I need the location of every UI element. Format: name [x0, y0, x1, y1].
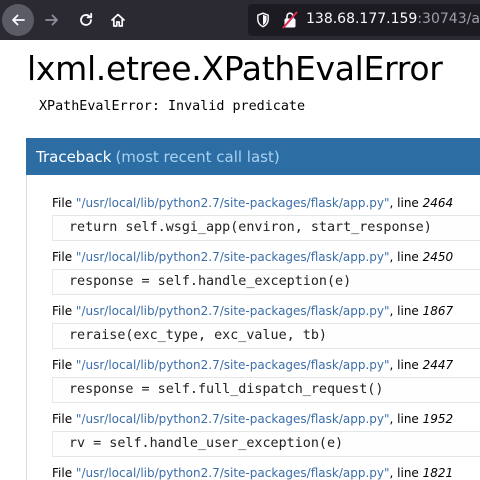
- frame-line-number: 1821: [422, 466, 454, 480]
- frame-file-path: "/usr/local/lib/python2.7/site-packages/…: [75, 304, 390, 318]
- frame-line-number: 1867: [422, 304, 454, 318]
- frame-line-number: 2464: [422, 196, 454, 210]
- shield-icon[interactable]: [256, 12, 270, 28]
- home-button[interactable]: [102, 4, 134, 36]
- line-word: , line: [389, 196, 419, 210]
- frame-location: File "/usr/local/lib/python2.7/site-pack…: [52, 195, 480, 211]
- frame-line-number: 2447: [422, 358, 454, 372]
- traceback-frame: File "/usr/local/lib/python2.7/site-pack…: [52, 303, 480, 349]
- line-word: , line: [389, 412, 419, 426]
- frame-file-path: "/usr/local/lib/python2.7/site-packages/…: [75, 412, 390, 426]
- address-bar[interactable]: 138.68.177.159:30743/ap: [248, 4, 480, 36]
- error-title: lxml.etree.XPathEvalError: [27, 49, 443, 88]
- forward-button[interactable]: [36, 4, 68, 36]
- file-word: File: [52, 412, 73, 426]
- url-text[interactable]: 138.68.177.159:30743/ap: [306, 11, 480, 27]
- traceback-subtitle: (most recent call last): [115, 147, 280, 166]
- frame-location: File "/usr/local/lib/python2.7/site-pack…: [52, 303, 480, 319]
- traceback-frame: File "/usr/local/lib/python2.7/site-pack…: [52, 411, 480, 457]
- frame-file-path: "/usr/local/lib/python2.7/site-packages/…: [75, 196, 390, 210]
- file-word: File: [52, 196, 73, 210]
- line-word: , line: [389, 466, 419, 480]
- url-port-path: :30743/ap: [417, 11, 480, 27]
- url-host: 138.68.177.159: [306, 11, 418, 27]
- browser-toolbar: 138.68.177.159:30743/ap: [0, 0, 480, 40]
- reload-icon: [80, 12, 93, 26]
- traceback-frame: File "/usr/local/lib/python2.7/site-pack…: [52, 357, 480, 403]
- line-word: , line: [389, 250, 419, 264]
- traceback-frame: File "/usr/local/lib/python2.7/site-pack…: [52, 249, 480, 295]
- frame-location: File "/usr/local/lib/python2.7/site-pack…: [52, 249, 480, 265]
- traceback-frame: File "/usr/local/lib/python2.7/site-pack…: [52, 195, 480, 241]
- frame-line-number: 1952: [422, 412, 454, 426]
- back-button[interactable]: [2, 4, 34, 36]
- frame-code-line[interactable]: response = self.full_dispatch_request(): [52, 377, 480, 403]
- line-word: , line: [389, 304, 419, 318]
- file-word: File: [52, 250, 73, 264]
- file-word: File: [52, 358, 73, 372]
- frame-code-line[interactable]: response = self.handle_exception(e): [52, 269, 480, 295]
- arrow-left-icon: [12, 14, 25, 26]
- home-icon: [111, 13, 125, 27]
- frame-location: File "/usr/local/lib/python2.7/site-pack…: [52, 411, 480, 427]
- insecure-lock-icon[interactable]: [282, 11, 298, 29]
- line-word: , line: [389, 358, 419, 372]
- file-word: File: [52, 466, 73, 480]
- reload-button[interactable]: [70, 4, 102, 36]
- frame-location: File "/usr/local/lib/python2.7/site-pack…: [52, 465, 480, 480]
- frame-line-number: 2450: [422, 250, 454, 264]
- frame-code-line[interactable]: reraise(exc_type, exc_value, tb): [52, 323, 480, 349]
- frame-code-line[interactable]: rv = self.handle_user_exception(e): [52, 431, 480, 457]
- frame-file-path: "/usr/local/lib/python2.7/site-packages/…: [75, 250, 390, 264]
- traceback-header[interactable]: Traceback (most recent call last): [26, 138, 480, 175]
- frame-code-line[interactable]: return self.wsgi_app(environ, start_resp…: [52, 215, 480, 241]
- frame-location: File "/usr/local/lib/python2.7/site-pack…: [52, 357, 480, 373]
- traceback-title: Traceback: [36, 147, 112, 166]
- frame-file-path: "/usr/local/lib/python2.7/site-packages/…: [75, 466, 390, 480]
- error-message: XPathEvalError: Invalid predicate: [39, 99, 306, 114]
- frame-file-path: "/usr/local/lib/python2.7/site-packages/…: [75, 358, 390, 372]
- traceback-frame: File "/usr/local/lib/python2.7/site-pack…: [52, 465, 480, 480]
- arrow-right-icon: [45, 14, 58, 26]
- file-word: File: [52, 304, 73, 318]
